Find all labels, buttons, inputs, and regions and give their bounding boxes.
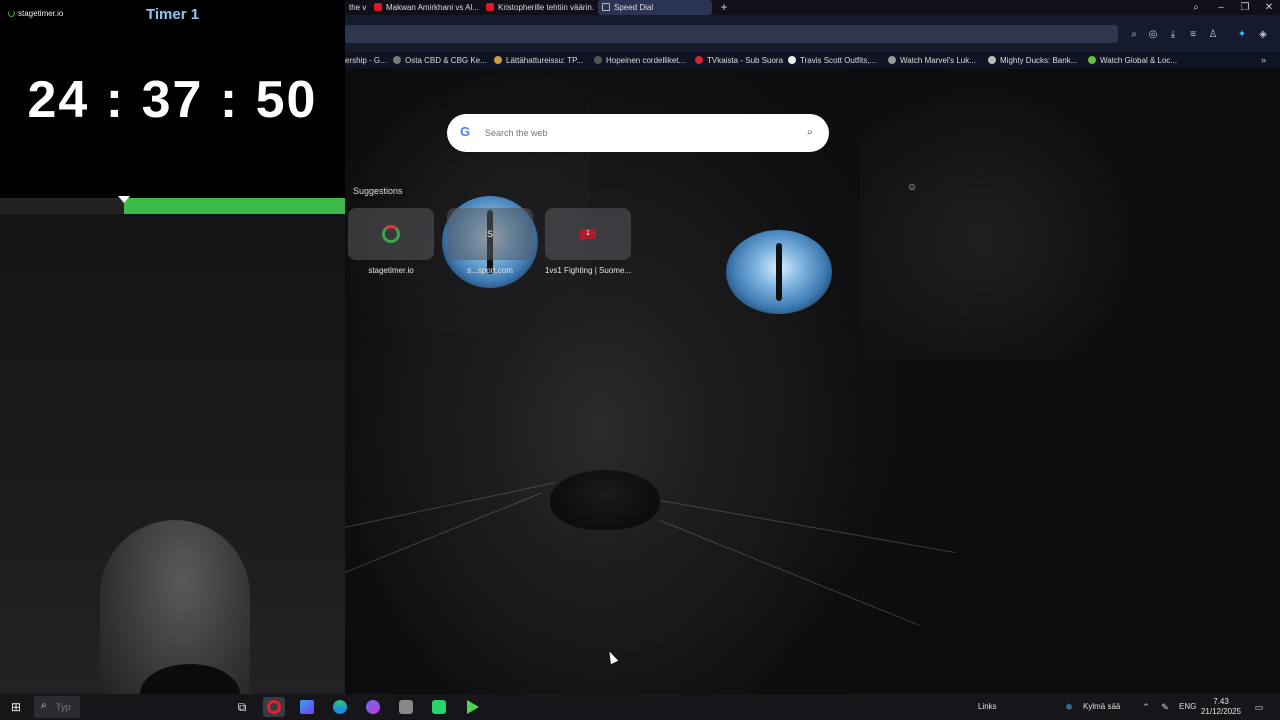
weather-icon: ❄ [1065, 702, 1073, 712]
site-icon [888, 56, 896, 64]
clock-date: 21/12/2025 [1200, 707, 1242, 716]
download-icon[interactable]: ⤓ [1165, 28, 1181, 42]
clock-time: 7.43 [1213, 697, 1229, 706]
camera-icon[interactable]: ◎ [1145, 28, 1161, 42]
discord-app-icon[interactable] [362, 697, 384, 717]
wallpaper-cat-nose [550, 470, 660, 530]
aria-icon[interactable]: ✦ [1234, 28, 1250, 42]
site-icon [788, 56, 796, 64]
taskbar-search[interactable]: ⌕ [34, 696, 80, 718]
browser-tab-speed-dial[interactable]: Speed Dial [598, 0, 712, 15]
globe-icon [393, 56, 401, 64]
bookmarks-bar: ership - G... Osta CBD & CBG Ke... Lättä… [345, 52, 1280, 69]
site-icon: 1 [580, 229, 596, 239]
youtube-icon [486, 3, 494, 11]
speed-dial-icon [602, 3, 610, 11]
play-app-icon[interactable] [461, 697, 483, 717]
wallpaper-cat-eye-right [726, 230, 832, 314]
menu-icon[interactable]: ≡ [1185, 28, 1201, 42]
timer-title: Timer 1 [145, 6, 200, 23]
speed-dial-tile[interactable] [348, 208, 434, 260]
links-toolbar-label[interactable]: Links [978, 694, 997, 720]
address-field[interactable] [345, 25, 1118, 43]
bookmark-item[interactable]: Mighty Ducks: Bank... [988, 52, 1077, 69]
more-bookmarks-icon[interactable]: » [1261, 52, 1266, 69]
search-icon[interactable]: ⌕ [803, 126, 817, 140]
opera-app-icon[interactable] [263, 697, 285, 717]
bookmark-item[interactable]: ership - G... [345, 52, 387, 69]
search-icon[interactable]: ⌕ [1126, 28, 1142, 42]
language-indicator[interactable]: ENG [1179, 694, 1196, 720]
speed-dial-tile[interactable]: S [447, 208, 533, 260]
timer-countdown: 24 : 37 : 50 [27, 71, 318, 129]
task-view-icon[interactable]: ⧉ [231, 697, 253, 717]
bookmark-item[interactable]: Osta CBD & CBG Ke... [393, 52, 487, 69]
close-icon[interactable]: ✕ [1259, 0, 1279, 15]
youtube-icon [374, 3, 382, 11]
stagetimer-panel: stagetimer.io Timer 1 24 : 37 : 50 [0, 0, 345, 214]
bookmark-item[interactable]: Travis Scott Outfits,... [788, 52, 876, 69]
timer-progress-marker [118, 196, 130, 203]
taskbar-clock[interactable]: 7.43 21/12/2025 [1198, 697, 1244, 717]
profile-icon[interactable]: ♙ [1205, 28, 1221, 42]
timer-progress-bar [0, 196, 345, 214]
restore-icon[interactable]: ❐ [1235, 0, 1255, 15]
files-app-icon[interactable] [296, 697, 318, 717]
tv-icon [695, 56, 703, 64]
browser-tab[interactable]: Kristopherille tehtiin väärin... [482, 0, 594, 15]
minimize-icon[interactable]: – [1211, 0, 1231, 15]
app-icon[interactable] [395, 697, 417, 717]
edge-app-icon[interactable] [329, 697, 351, 717]
suggestions-heading: Suggestions [353, 186, 403, 196]
site-icon [988, 56, 996, 64]
easy-setup-icon[interactable]: ☺ [906, 182, 918, 194]
tile-label: s...sport.com [467, 266, 513, 275]
extension-icon[interactable]: ◈ [1255, 28, 1271, 42]
site-icon: S [486, 229, 493, 239]
browser-tab[interactable]: the v [345, 0, 367, 15]
new-tab-button[interactable]: + [719, 0, 729, 15]
site-icon [494, 56, 502, 64]
chevron-up-icon[interactable]: ⌃ [1139, 700, 1153, 714]
browser-toolbar: ⌕ ◎ ⤓ ≡ ♙ ✦ ◈ [345, 15, 1280, 52]
search-input[interactable] [485, 123, 785, 143]
browser-tab-bar: the v Makwan Amirkhani vs Al... Kristoph… [345, 0, 1280, 15]
bookmark-item[interactable]: Watch Marvel's Luk... [888, 52, 976, 69]
windows-taskbar: ⊞ ⌕ ⧉ Links ❄ Kylmä sää ⌃ ✎ ENG 7.43 21/… [0, 694, 1280, 720]
timer-progress-fill [124, 198, 345, 214]
bookmark-item[interactable]: Watch Global & Loc... [1088, 52, 1177, 69]
taskbar-search-input[interactable] [56, 700, 78, 714]
speed-dial-search: G ⌕ [447, 114, 829, 152]
search-tabs-icon[interactable]: ⌕ [1186, 0, 1206, 15]
weather-text[interactable]: Kylmä sää [1083, 694, 1120, 720]
browser-tab[interactable]: Makwan Amirkhani vs Al... [370, 0, 478, 15]
bookmark-item[interactable]: Hopeinen cordelliket... [594, 52, 685, 69]
site-icon [594, 56, 602, 64]
start-icon[interactable]: ⊞ [5, 697, 27, 717]
app-icon[interactable] [428, 697, 450, 717]
pen-icon[interactable]: ✎ [1158, 700, 1172, 714]
notifications-icon[interactable]: ▭ [1252, 700, 1266, 714]
search-icon: ⌕ [41, 700, 47, 711]
bookmark-item[interactable]: TVkaista - Sub Suora [695, 52, 783, 69]
stagetimer-icon [382, 225, 400, 243]
bookmark-item[interactable]: Lättähattureissu: TP... [494, 52, 583, 69]
site-icon [1088, 56, 1096, 64]
wallpaper-cat-ear-right [860, 60, 1160, 360]
speed-dial-tile[interactable]: 1 [545, 208, 631, 260]
tile-label: stagetimer.io [368, 266, 414, 275]
google-icon: G [460, 124, 471, 139]
tile-label: 1vs1 Fighting | Suome... [544, 266, 632, 275]
wallpaper-cat-ear-left [330, 70, 590, 330]
